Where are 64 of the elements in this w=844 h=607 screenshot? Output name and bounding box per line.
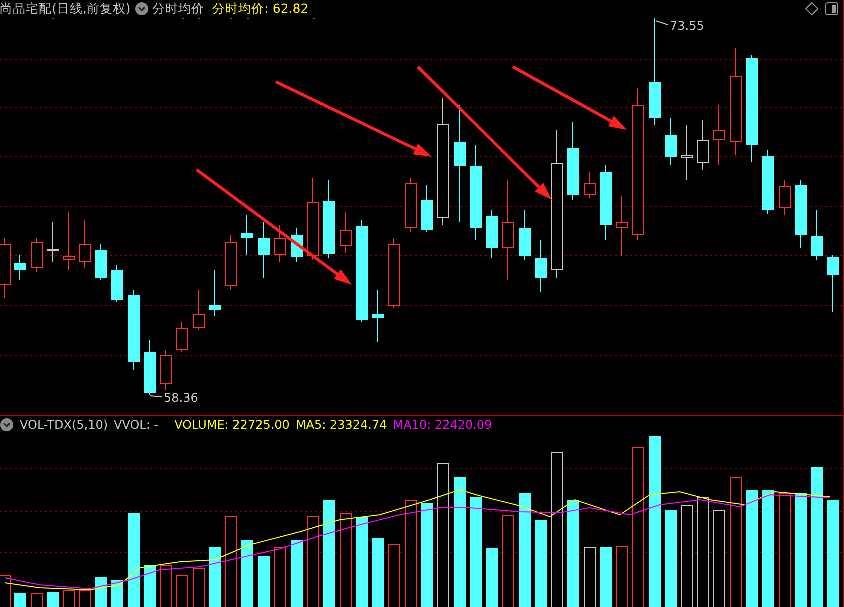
dropdown-icon[interactable] <box>0 418 14 432</box>
candlestick <box>713 104 725 166</box>
candlestick <box>795 180 807 248</box>
volume-bar <box>111 580 123 607</box>
volume-bar <box>291 540 303 607</box>
volume-bar <box>600 547 612 607</box>
candlestick <box>762 150 774 214</box>
volume-indicator-name: VOL-TDX(5,10) <box>20 416 108 434</box>
candlestick <box>616 196 628 256</box>
diamond-icon[interactable] <box>805 2 819 16</box>
candlestick <box>779 180 791 216</box>
panel-toggle-icon[interactable] <box>825 2 839 16</box>
candlestick <box>811 210 823 260</box>
candlestick <box>209 270 221 316</box>
volume-bar <box>209 547 221 607</box>
candlestick <box>405 178 417 232</box>
candlestick <box>486 210 498 258</box>
candlestick <box>340 212 352 254</box>
candlestick <box>144 340 156 396</box>
candlestick <box>681 124 693 180</box>
candlestick <box>291 228 303 262</box>
ma5-value: MA5: 23324.74 <box>296 416 388 434</box>
candlestick <box>421 184 433 232</box>
candlestick <box>63 212 75 270</box>
candlestick <box>241 214 253 256</box>
dropdown-icon[interactable] <box>134 2 149 16</box>
candlestick <box>372 290 384 342</box>
volume-bar <box>372 538 384 607</box>
candlestick <box>193 290 205 330</box>
stock-title: 尚品宅配(日线,前复权) <box>0 0 131 18</box>
volume-bar <box>241 540 253 607</box>
candlestick <box>95 244 107 280</box>
low-price-label: 58.36 <box>164 391 198 405</box>
volume-bar <box>47 592 59 607</box>
candlestick <box>827 254 839 312</box>
volume-bar <box>14 593 26 607</box>
candlestick <box>665 118 677 166</box>
volume-bar <box>95 577 107 607</box>
candlestick <box>111 264 123 302</box>
candlestick <box>14 254 26 280</box>
volume-bar <box>258 556 270 607</box>
candlestick <box>388 238 400 308</box>
volume-bar <box>144 565 156 607</box>
volume-value: VOLUME: 22725.00 <box>174 416 290 434</box>
candlestick <box>519 210 531 260</box>
leader-line <box>150 396 162 398</box>
candlestick <box>274 224 286 262</box>
candlestick <box>584 172 596 198</box>
candlestick <box>535 240 547 292</box>
candlestick <box>225 234 237 290</box>
candlestick <box>79 220 91 268</box>
candlestick <box>47 222 59 262</box>
leader-line <box>656 20 668 26</box>
indicator-value: 分时均价: 62.82 <box>212 0 309 18</box>
candlestick <box>258 222 270 278</box>
candlestick <box>697 120 709 170</box>
candlestick <box>31 238 43 272</box>
vvol-value: VVOL: - <box>114 416 159 434</box>
high-price-label: 73.55 <box>670 19 704 33</box>
candlestick <box>160 350 172 390</box>
indicator-name: 分时均价 <box>152 0 205 18</box>
volume-bar <box>486 548 498 607</box>
ma10-value: MA10: 22420.09 <box>393 416 492 434</box>
candlestick <box>176 322 188 352</box>
